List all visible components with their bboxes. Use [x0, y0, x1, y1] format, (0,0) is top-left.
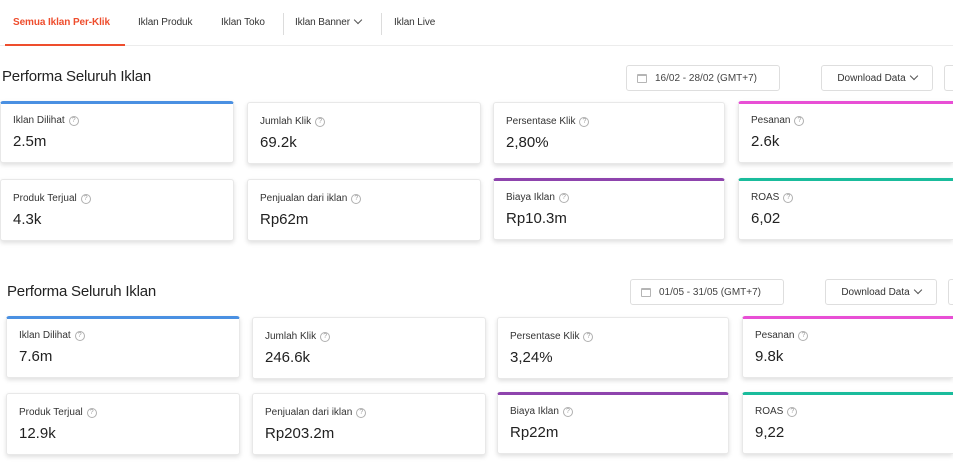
- tab-iklan-banner-label: Iklan Banner: [295, 17, 350, 28]
- metric-value: 9,22: [755, 424, 785, 441]
- metric-card-pesanan[interactable]: Pesanan? 9.8k: [742, 316, 953, 378]
- calendar-icon: [637, 73, 647, 83]
- more-options-button[interactable]: [948, 279, 953, 305]
- metric-label: Penjualan dari iklan?: [265, 407, 367, 418]
- help-icon: ?: [356, 407, 367, 418]
- metric-card-iklan-dilihat[interactable]: Iklan Dilihat? 7.6m: [6, 316, 240, 378]
- metric-card-penjualan-dari-iklan[interactable]: Penjualan dari iklan? Rp203.2m: [252, 393, 486, 455]
- chevron-down-icon: [913, 285, 922, 295]
- metric-label: Produk Terjual?: [13, 193, 91, 204]
- section-title: Performa Seluruh Iklan: [2, 68, 152, 85]
- help-icon: ?: [558, 192, 569, 203]
- help-icon: ?: [794, 115, 805, 126]
- metric-card-biaya-iklan[interactable]: Biaya Iklan? Rp10.3m: [493, 178, 725, 240]
- metric-card-penjualan-dari-iklan[interactable]: Penjualan dari iklan? Rp62m: [247, 179, 481, 241]
- metric-value: 7.6m: [19, 348, 53, 365]
- metric-label: ROAS?: [755, 406, 798, 417]
- metric-value: Rp62m: [260, 211, 309, 228]
- metric-label: Biaya Iklan?: [506, 192, 569, 203]
- date-range-text: 16/02 - 28/02 (GMT+7): [655, 72, 757, 84]
- metric-value: 246.6k: [265, 349, 311, 366]
- metric-value: 3,24%: [510, 349, 553, 366]
- metric-card-produk-terjual[interactable]: Produk Terjual? 12.9k: [6, 393, 240, 455]
- metric-value: 2.5m: [13, 133, 47, 150]
- tab-semua-iklan-per-klik[interactable]: Semua Iklan Per-Klik: [13, 17, 110, 28]
- metric-label: Persentase Klik?: [506, 116, 590, 127]
- help-icon: ?: [787, 406, 798, 417]
- tab-separator: [381, 13, 382, 35]
- help-icon: ?: [315, 116, 326, 127]
- help-icon: ?: [80, 193, 91, 204]
- metric-card-biaya-iklan[interactable]: Biaya Iklan? Rp22m: [497, 392, 729, 454]
- metric-card-jumlah-klik[interactable]: Jumlah Klik? 246.6k: [252, 317, 486, 379]
- metric-card-pesanan[interactable]: Pesanan? 2.6k: [738, 101, 953, 163]
- metric-label: Biaya Iklan?: [510, 406, 573, 417]
- tab-iklan-toko[interactable]: Iklan Toko: [221, 17, 265, 28]
- section-title: Performa Seluruh Iklan: [7, 283, 157, 300]
- metric-value: 4.3k: [13, 211, 42, 228]
- metric-value: 12.9k: [19, 425, 56, 442]
- more-options-button[interactable]: [944, 65, 953, 91]
- metric-label: Produk Terjual?: [19, 407, 97, 418]
- help-icon: ?: [86, 407, 97, 418]
- date-range-text: 01/05 - 31/05 (GMT+7): [659, 286, 761, 298]
- chevron-down-icon: [909, 71, 918, 81]
- metric-label: ROAS?: [751, 192, 794, 203]
- metric-label: Pesanan?: [751, 115, 805, 126]
- metric-label: Iklan Dilihat?: [19, 330, 85, 341]
- metric-card-produk-terjual[interactable]: Produk Terjual? 4.3k: [0, 179, 234, 241]
- active-tab-indicator: [5, 44, 125, 46]
- metric-label: Penjualan dari iklan?: [260, 193, 362, 204]
- metric-value: Rp22m: [510, 424, 559, 441]
- tab-iklan-produk[interactable]: Iklan Produk: [138, 17, 192, 28]
- tab-iklan-live[interactable]: Iklan Live: [394, 17, 435, 28]
- help-icon: ?: [68, 115, 79, 126]
- chevron-down-icon: [353, 15, 363, 25]
- metric-value: 6,02: [751, 210, 781, 227]
- help-icon: ?: [583, 331, 594, 342]
- date-range-picker[interactable]: 01/05 - 31/05 (GMT+7): [630, 279, 784, 305]
- metric-card-roas[interactable]: ROAS? 9,22: [742, 392, 953, 454]
- download-data-button[interactable]: Download Data: [825, 279, 937, 305]
- metric-value: 69.2k: [260, 134, 297, 151]
- metric-card-iklan-dilihat[interactable]: Iklan Dilihat? 2.5m: [0, 101, 234, 163]
- metric-card-persentase-klik[interactable]: Persentase Klik? 3,24%: [497, 317, 729, 379]
- metric-card-persentase-klik[interactable]: Persentase Klik? 2,80%: [493, 102, 725, 164]
- calendar-icon: [641, 287, 651, 297]
- metric-card-roas[interactable]: ROAS? 6,02: [738, 178, 953, 240]
- help-icon: ?: [562, 406, 573, 417]
- metric-value: 9.8k: [755, 348, 784, 365]
- help-icon: ?: [351, 193, 362, 204]
- date-range-picker[interactable]: 16/02 - 28/02 (GMT+7): [626, 65, 780, 91]
- metric-value: Rp203.2m: [265, 425, 335, 442]
- metric-label: Iklan Dilihat?: [13, 115, 79, 126]
- download-data-label: Download Data: [837, 72, 906, 84]
- metric-label: Persentase Klik?: [510, 331, 594, 342]
- download-data-label: Download Data: [841, 286, 910, 298]
- metric-value: 2.6k: [751, 133, 780, 150]
- metric-label: Jumlah Klik?: [260, 116, 326, 127]
- help-icon: ?: [320, 331, 331, 342]
- metric-value: 2,80%: [506, 134, 549, 151]
- metric-value: Rp10.3m: [506, 210, 567, 227]
- metric-label: Pesanan?: [755, 330, 809, 341]
- help-icon: ?: [74, 330, 85, 341]
- download-data-button[interactable]: Download Data: [821, 65, 933, 91]
- help-icon: ?: [579, 116, 590, 127]
- metric-label: Jumlah Klik?: [265, 331, 331, 342]
- ad-type-tabs: Semua Iklan Per-Klik Iklan Produk Iklan …: [0, 0, 953, 46]
- metric-card-jumlah-klik[interactable]: Jumlah Klik? 69.2k: [247, 102, 481, 164]
- help-icon: ?: [783, 192, 794, 203]
- tab-separator: [283, 13, 284, 35]
- tab-iklan-banner[interactable]: Iklan Banner: [295, 15, 363, 28]
- help-icon: ?: [798, 330, 809, 341]
